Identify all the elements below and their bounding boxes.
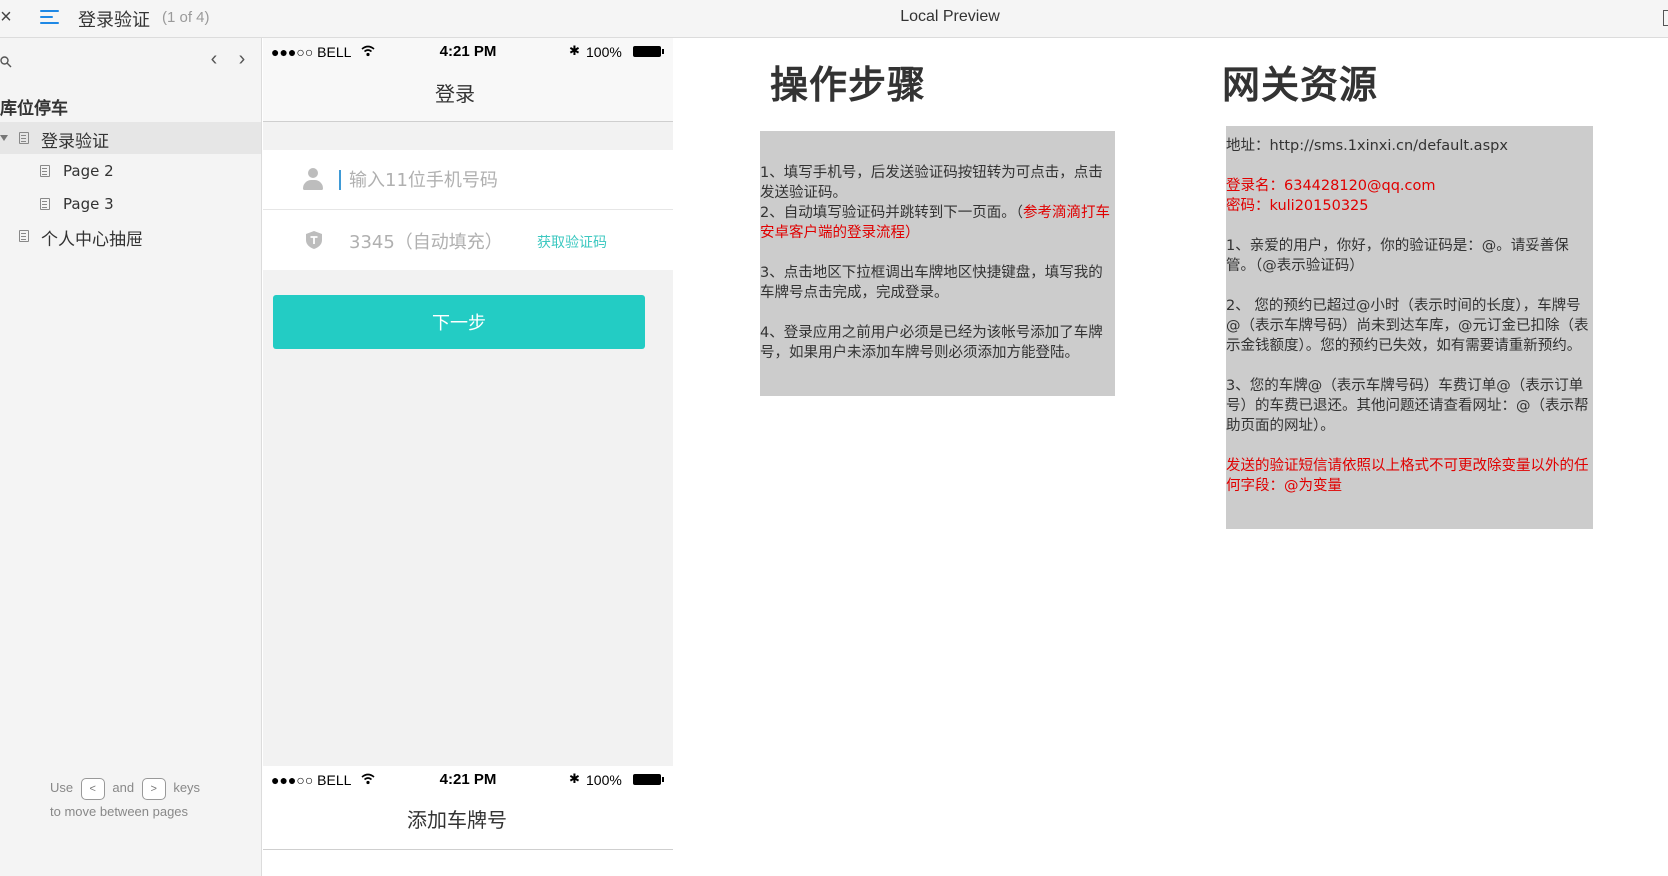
sidebar-item-label: 个人中心抽屉 — [41, 230, 143, 250]
sms-format-warning: 发送的验证短信请依照以上格式不可更改除变量以外的任何字段：@为变量 — [1226, 458, 1589, 494]
phone-number-input[interactable] — [349, 166, 589, 194]
bluetooth-icon: ✱ — [569, 771, 580, 786]
hint-text: Use — [50, 780, 74, 795]
verification-code-input[interactable]: 3345（自动填充） — [349, 228, 503, 254]
step-2: 2、自动填写验证码并跳转到下一页面。（参考滴滴打车安卓客户端的登录流程） — [760, 203, 1115, 243]
text-cursor — [339, 170, 341, 190]
add-plate-screen: ●●●○○ BELL 4:21 PM ✱ 100% 添加车牌号 — [263, 766, 673, 876]
sidebar-item-login[interactable]: 登录验证 — [0, 122, 261, 154]
battery-icon — [633, 774, 664, 785]
phone-row — [263, 150, 673, 210]
window-title: Local Preview — [900, 8, 1000, 25]
gateway-login-name: 登录名：634428120@qq.com — [1226, 178, 1436, 194]
gateway-heading: 网关资源 — [1222, 63, 1379, 107]
page-icon — [19, 132, 29, 144]
page-icon — [40, 198, 50, 210]
sms-template-2: 2、 您的预约已超过@小时（表示时间的长度），车牌号@（表示车牌号码）尚未到达车… — [1226, 298, 1589, 354]
battery-icon — [633, 46, 664, 57]
steps-heading: 操作步骤 — [770, 63, 927, 107]
sidebar-item-label: 登录验证 — [41, 132, 109, 152]
step-2-text: 2、自动填写验证码并跳转到下一页面。（ — [760, 205, 1023, 221]
steps-note: 1、填写手机号，后发送验证码按钮转为可点击，点击发送验证码。 2、自动填写验证码… — [760, 131, 1115, 396]
sidebar-item-page-2[interactable]: Page 2 — [0, 155, 261, 187]
caret-down-icon[interactable] — [0, 135, 8, 141]
previous-page-button[interactable]: ‹ — [206, 48, 222, 70]
step-3: 3、点击地区下拉框调出车牌地区快捷键盘，填写我的车牌号点击完成，完成登录。 — [760, 265, 1103, 301]
sidebar-item-page-3[interactable]: Page 3 — [0, 188, 261, 220]
hint-text: keys — [173, 780, 201, 795]
page-icon — [19, 230, 29, 242]
sms-template-1: 1、亲爱的用户，你好，你的验证码是：@。请妥善保管。（@表示验证码） — [1226, 238, 1569, 274]
panel-toggle-icon[interactable] — [1663, 10, 1668, 26]
screen-title: 添加车牌号 — [407, 808, 507, 832]
battery-percent: 100% — [586, 44, 622, 60]
hint-text: and — [112, 780, 135, 795]
nav-bar: 登录 — [263, 66, 673, 122]
login-form: 3345（自动填充） 获取验证码 — [263, 150, 673, 270]
status-bar: ●●●○○ BELL 4:21 PM ✱ 100% — [263, 766, 673, 794]
battery-percent: 100% — [586, 772, 622, 788]
gateway-password: 密码：kuli20150325 — [1226, 198, 1369, 214]
login-screen: ●●●○○ BELL 4:21 PM ✱ 100% 登录 3345（自动填充） … — [263, 38, 673, 766]
search-icon[interactable] — [0, 56, 12, 68]
nav-bar: 添加车牌号 — [263, 794, 673, 850]
screen-title: 登录 — [435, 82, 475, 106]
project-title: 库位停车 — [0, 99, 68, 119]
step-1: 1、填写手机号，后发送验证码按钮转为可点击，点击发送验证码。 — [760, 165, 1103, 201]
page-icon — [40, 165, 50, 177]
get-code-button[interactable]: 获取验证码 — [537, 232, 607, 252]
shield-icon — [306, 231, 322, 249]
user-icon — [303, 168, 323, 192]
sms-template-3: 3、您的车牌@（表示车牌号码）车费订单@（表示订单号）的车费已退还。其他问题还请… — [1226, 378, 1589, 434]
gateway-address: 地址：http://sms.1xinxi.cn/default.aspx — [1226, 138, 1508, 154]
sidebar-item-drawer[interactable]: 个人中心抽屉 — [0, 220, 261, 252]
hint-text: to move between pages — [50, 804, 189, 819]
next-step-button[interactable]: 下一步 — [273, 295, 645, 349]
bluetooth-icon: ✱ — [569, 43, 580, 58]
code-row: 3345（自动填充） 获取验证码 — [263, 210, 673, 270]
left-key-icon: < — [80, 777, 105, 800]
right-key-icon: > — [141, 777, 166, 800]
step-4: 4、登录应用之前用户必须是已经为该帐号添加了车牌号，如果用户未添加车牌号则必须添… — [760, 325, 1103, 361]
next-page-button[interactable]: › — [234, 48, 250, 70]
gateway-note: 地址：http://sms.1xinxi.cn/default.aspx 登录名… — [1226, 126, 1593, 529]
sidebar-item-label: Page 2 — [63, 162, 114, 180]
sidebar-item-label: Page 3 — [63, 195, 114, 213]
sidebar: ‹ › 库位停车 登录验证 Page 2 Page 3 个人中心抽屉 Use <… — [0, 38, 262, 876]
top-bar: × 登录验证 (1 of 4) Local Preview — [0, 0, 1668, 38]
status-bar: ●●●○○ BELL 4:21 PM ✱ 100% — [263, 38, 673, 66]
